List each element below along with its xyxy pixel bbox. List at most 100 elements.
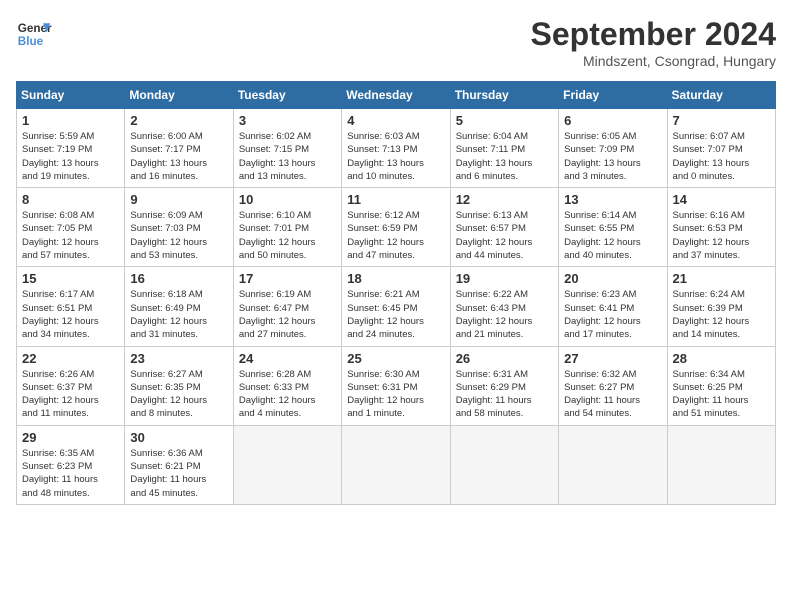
calendar-cell: 15 Sunrise: 6:17 AMSunset: 6:51 PMDayligh… [17,267,125,346]
calendar-cell: 16 Sunrise: 6:18 AMSunset: 6:49 PMDayligh… [125,267,233,346]
calendar-cell: 11 Sunrise: 6:12 AMSunset: 6:59 PMDayligh… [342,188,450,267]
cell-info: Sunrise: 6:16 AMSunset: 6:53 PMDaylight:… [673,209,770,262]
cell-info: Sunrise: 6:31 AMSunset: 6:29 PMDaylight:… [456,368,553,421]
day-number: 21 [673,271,770,286]
calendar-cell: 7Sunrise: 6:07 AMSunset: 7:07 PMDaylight… [667,109,775,188]
logo-icon: General Blue [16,16,52,52]
day-number: 30 [130,430,227,445]
cell-info: Sunrise: 6:26 AMSunset: 6:37 PMDaylight:… [22,368,119,421]
day-number: 8 [22,192,119,207]
cell-info: Sunrise: 6:19 AMSunset: 6:47 PMDaylight:… [239,288,336,341]
day-number: 20 [564,271,661,286]
cell-info: Sunrise: 6:10 AMSunset: 7:01 PMDaylight:… [239,209,336,262]
month-title: September 2024 [531,16,776,53]
day-number: 26 [456,351,553,366]
cell-info: Sunrise: 6:14 AMSunset: 6:55 PMDaylight:… [564,209,661,262]
calendar-cell: 13Sunrise: 6:14 AMSunset: 6:55 PMDayligh… [559,188,667,267]
calendar-cell: 6 Sunrise: 6:05 AMSunset: 7:09 PMDaylight… [559,109,667,188]
day-number: 11 [347,192,444,207]
header-wednesday: Wednesday [342,82,450,109]
calendar-cell: 28 Sunrise: 6:34 AMSunset: 6:25 PMDayligh… [667,346,775,425]
day-number: 24 [239,351,336,366]
cell-info: Sunrise: 5:59 AMSunset: 7:19 PMDaylight:… [22,130,119,183]
day-number: 2 [130,113,227,128]
day-number: 27 [564,351,661,366]
calendar-cell: 9Sunrise: 6:09 AMSunset: 7:03 PMDaylight… [125,188,233,267]
day-number: 16 [130,271,227,286]
header-monday: Monday [125,82,233,109]
cell-info: Sunrise: 6:03 AMSunset: 7:13 PMDaylight:… [347,130,444,183]
cell-info: Sunrise: 6:05 AMSunset: 7:09 PMDaylight:… [564,130,661,183]
cell-info: Sunrise: 6:00 AMSunset: 7:17 PMDaylight:… [130,130,227,183]
calendar-cell: 30Sunrise: 6:36 AMSunset: 6:21 PMDayligh… [125,425,233,504]
calendar-cell: 10Sunrise: 6:10 AMSunset: 7:01 PMDayligh… [233,188,341,267]
svg-text:Blue: Blue [18,35,44,48]
calendar-cell [450,425,558,504]
calendar-cell: 26 Sunrise: 6:31 AMSunset: 6:29 PMDayligh… [450,346,558,425]
cell-info: Sunrise: 6:27 AMSunset: 6:35 PMDaylight:… [130,368,227,421]
day-number: 5 [456,113,553,128]
calendar-cell: 12 Sunrise: 6:13 AMSunset: 6:57 PMDayligh… [450,188,558,267]
location-subtitle: Mindszent, Csongrad, Hungary [531,53,776,69]
calendar-cell: 14Sunrise: 6:16 AMSunset: 6:53 PMDayligh… [667,188,775,267]
calendar-body: 1 Sunrise: 5:59 AMSunset: 7:19 PMDaylight… [17,109,776,505]
calendar-cell [342,425,450,504]
cell-info: Sunrise: 6:13 AMSunset: 6:57 PMDaylight:… [456,209,553,262]
week-row-0: 1 Sunrise: 5:59 AMSunset: 7:19 PMDaylight… [17,109,776,188]
day-number: 23 [130,351,227,366]
calendar-cell: 23 Sunrise: 6:27 AMSunset: 6:35 PMDayligh… [125,346,233,425]
day-number: 4 [347,113,444,128]
day-number: 1 [22,113,119,128]
header-friday: Friday [559,82,667,109]
day-number: 29 [22,430,119,445]
header-saturday: Saturday [667,82,775,109]
calendar-header-row: SundayMondayTuesdayWednesdayThursdayFrid… [17,82,776,109]
calendar-cell: 4 Sunrise: 6:03 AMSunset: 7:13 PMDaylight… [342,109,450,188]
cell-info: Sunrise: 6:12 AMSunset: 6:59 PMDaylight:… [347,209,444,262]
calendar-cell: 1 Sunrise: 5:59 AMSunset: 7:19 PMDaylight… [17,109,125,188]
calendar-cell: 20 Sunrise: 6:23 AMSunset: 6:41 PMDayligh… [559,267,667,346]
week-row-4: 29 Sunrise: 6:35 AMSunset: 6:23 PMDayligh… [17,425,776,504]
cell-info: Sunrise: 6:02 AMSunset: 7:15 PMDaylight:… [239,130,336,183]
day-number: 22 [22,351,119,366]
cell-info: Sunrise: 6:08 AMSunset: 7:05 PMDaylight:… [22,209,119,262]
cell-info: Sunrise: 6:24 AMSunset: 6:39 PMDaylight:… [673,288,770,341]
logo: General Blue [16,16,52,52]
cell-info: Sunrise: 6:21 AMSunset: 6:45 PMDaylight:… [347,288,444,341]
calendar-cell: 3 Sunrise: 6:02 AMSunset: 7:15 PMDaylight… [233,109,341,188]
calendar-cell: 21 Sunrise: 6:24 AMSunset: 6:39 PMDayligh… [667,267,775,346]
day-number: 17 [239,271,336,286]
cell-info: Sunrise: 6:17 AMSunset: 6:51 PMDaylight:… [22,288,119,341]
calendar-cell: 8 Sunrise: 6:08 AMSunset: 7:05 PMDaylight… [17,188,125,267]
cell-info: Sunrise: 6:35 AMSunset: 6:23 PMDaylight:… [22,447,119,500]
cell-info: Sunrise: 6:32 AMSunset: 6:27 PMDaylight:… [564,368,661,421]
day-number: 15 [22,271,119,286]
header-sunday: Sunday [17,82,125,109]
cell-info: Sunrise: 6:22 AMSunset: 6:43 PMDaylight:… [456,288,553,341]
page-header: General Blue September 2024 Mindszent, C… [16,16,776,69]
calendar-cell: 25 Sunrise: 6:30 AMSunset: 6:31 PMDayligh… [342,346,450,425]
calendar-cell [233,425,341,504]
calendar-table: SundayMondayTuesdayWednesdayThursdayFrid… [16,81,776,505]
calendar-cell: 2 Sunrise: 6:00 AMSunset: 7:17 PMDaylight… [125,109,233,188]
week-row-3: 22 Sunrise: 6:26 AMSunset: 6:37 PMDayligh… [17,346,776,425]
day-number: 19 [456,271,553,286]
day-number: 3 [239,113,336,128]
cell-info: Sunrise: 6:09 AMSunset: 7:03 PMDaylight:… [130,209,227,262]
cell-info: Sunrise: 6:23 AMSunset: 6:41 PMDaylight:… [564,288,661,341]
calendar-cell: 18 Sunrise: 6:21 AMSunset: 6:45 PMDayligh… [342,267,450,346]
day-number: 18 [347,271,444,286]
calendar-cell: 22 Sunrise: 6:26 AMSunset: 6:37 PMDayligh… [17,346,125,425]
cell-info: Sunrise: 6:28 AMSunset: 6:33 PMDaylight:… [239,368,336,421]
cell-info: Sunrise: 6:18 AMSunset: 6:49 PMDaylight:… [130,288,227,341]
day-number: 25 [347,351,444,366]
week-row-1: 8 Sunrise: 6:08 AMSunset: 7:05 PMDaylight… [17,188,776,267]
calendar-cell: 29 Sunrise: 6:35 AMSunset: 6:23 PMDayligh… [17,425,125,504]
day-number: 7 [673,113,770,128]
cell-info: Sunrise: 6:34 AMSunset: 6:25 PMDaylight:… [673,368,770,421]
cell-info: Sunrise: 6:30 AMSunset: 6:31 PMDaylight:… [347,368,444,421]
calendar-cell [559,425,667,504]
day-number: 28 [673,351,770,366]
day-number: 12 [456,192,553,207]
day-number: 6 [564,113,661,128]
